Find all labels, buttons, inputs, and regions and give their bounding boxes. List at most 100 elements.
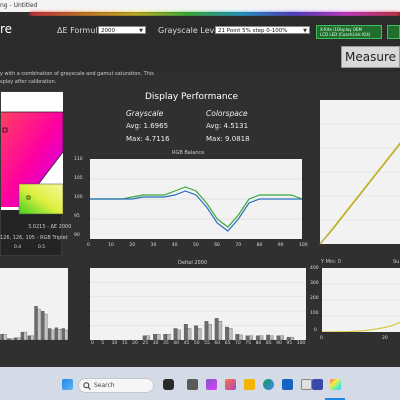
meter-device-badge[interactable]: X-Rite i1Display OEM LCD LED (CoachLink … [316, 25, 382, 39]
grayscale-max: Max: 4.7116 [126, 135, 170, 143]
bl-bar [20, 331, 25, 341]
bl-bar [44, 313, 48, 341]
app-icon-3[interactable] [206, 379, 217, 390]
bl-bar [27, 335, 31, 341]
luminance-plot [319, 100, 400, 245]
colorspace-avg: Avg: 4.5131 [206, 122, 249, 130]
de-bar [218, 321, 223, 341]
de-formula-select[interactable]: 2000 ▼ [98, 26, 146, 34]
de-bar [238, 334, 243, 341]
meter-settings-badge[interactable] [387, 25, 400, 39]
rb-y-tick: 100 [310, 311, 319, 316]
de-bar [290, 336, 295, 341]
de-bar [194, 325, 199, 341]
de-x-tick: 75 [245, 341, 252, 346]
app-icon-4[interactable] [225, 379, 236, 390]
app-icon-8[interactable] [312, 379, 323, 390]
right-bottom-plot [322, 268, 400, 332]
info-line-1: y with a combination of grayscale and ga… [0, 71, 154, 77]
rgb-x-tick: 40 [171, 243, 178, 248]
taskbar-search[interactable]: Search [78, 378, 154, 393]
rgb-balance-plot [90, 159, 302, 239]
de-bar [177, 329, 181, 341]
bl-bar [41, 311, 45, 341]
rgb-x-tick: 50 [193, 243, 199, 248]
de-x-tick: 55 [204, 341, 210, 346]
de-x-tick: 80 [255, 341, 262, 346]
rgb-x-tick: 20 [129, 243, 136, 248]
rgb-x-tick: 80 [256, 243, 263, 248]
rgb-balance-chart: 110 105 100 95 90 0 10 20 30 40 50 60 70 80 90 100 [74, 157, 308, 257]
de-bar [166, 334, 171, 341]
grayscale-heading: Grayscale [126, 109, 164, 118]
bl-bar [64, 329, 68, 341]
grayscale-levels-value: 21 Point 5% step 0-100% [218, 28, 288, 34]
de-bar-plot [90, 268, 306, 341]
de-formula-value: 2000 [101, 28, 115, 34]
cie-x-tick: 0.5 [38, 245, 46, 250]
de-x-tick: 95 [286, 341, 293, 346]
grayscale-avg: Avg: 1.6965 [126, 122, 169, 130]
de-bar [197, 328, 202, 341]
app-icon-7[interactable] [301, 379, 312, 390]
rgb-x-tick: 100 [299, 243, 308, 248]
de-bar [163, 334, 168, 341]
bl-bar [3, 334, 7, 341]
calman-icon[interactable] [330, 379, 341, 390]
rgb-y-tick: 100 [74, 195, 83, 200]
bl-bar [54, 327, 59, 341]
bl-bar [23, 331, 28, 341]
rgb-x-tick: 60 [214, 243, 220, 248]
edge-icon[interactable] [263, 379, 274, 390]
de-x-tick: 85 [265, 341, 272, 346]
de-x-tick: 10 [111, 341, 118, 346]
bl-bar [37, 308, 41, 341]
window-title: ng - Untitled [0, 2, 38, 9]
de-bar [279, 335, 284, 341]
bl-bar [50, 329, 55, 341]
de-bar [207, 324, 212, 341]
de-bar [228, 328, 233, 341]
de-bar [269, 335, 274, 341]
bl-bar [30, 335, 34, 341]
de-bar [249, 335, 253, 341]
de-chart-title: Deltal 2000 [178, 260, 208, 266]
app-icon-1[interactable] [163, 379, 174, 390]
de-x-tick: 25 [142, 341, 149, 346]
bl-bar [61, 328, 65, 341]
de-x-tick: 15 [121, 341, 128, 346]
bl-bar [47, 328, 52, 341]
bl-bar [13, 337, 18, 341]
rgb-y-tick: 90 [74, 233, 80, 238]
rb-y-tick: 300 [310, 281, 319, 286]
de-x-tick: 35 [163, 341, 169, 346]
de-bar [204, 321, 209, 341]
rb-y-tick: 200 [310, 296, 319, 301]
bl-bar [16, 337, 21, 341]
de-bar [245, 335, 250, 341]
rgb-x-tick: 30 [150, 243, 157, 248]
info-line-2: splay after calibration. [0, 79, 57, 85]
rgb-balance-title: RGB Balance [172, 150, 205, 156]
cie-chart [1, 92, 64, 215]
measure-button[interactable]: Measure [341, 46, 400, 68]
de-x-tick: 30 [152, 341, 159, 346]
app-icon-2[interactable] [187, 379, 198, 390]
luminance-chart [310, 96, 400, 256]
app-icon-6[interactable] [282, 379, 293, 390]
bl-bar [34, 306, 38, 341]
rgb-triplet: 126, 126, 105 - RGB Triplet [0, 235, 68, 241]
colorspace-heading: Colorspace [206, 109, 248, 118]
de-x-tick: 45 [183, 341, 190, 346]
app-icon-5[interactable] [244, 379, 255, 390]
de-x-tick: 90 [276, 341, 282, 346]
zoom-inset [18, 183, 64, 215]
rb-x-tick: 20 [382, 336, 388, 341]
grayscale-levels-select[interactable]: 21 Point 5% step 0-100% ▼ [215, 26, 310, 34]
de-bar [276, 335, 281, 341]
chevron-down-icon: ▼ [139, 28, 143, 34]
windows-icon[interactable] [62, 379, 73, 390]
de-x-axis: 0 5 10 15 20 25 30 35 40 45 50 55 60 65 70 75 80 85 90 95 10… [90, 341, 306, 349]
de-chart: 0 5 10 15 20 25 30 35 40 45 50 55 60 65 70 75 80 85 90 95 10… [90, 268, 306, 350]
taskbar [0, 367, 400, 400]
